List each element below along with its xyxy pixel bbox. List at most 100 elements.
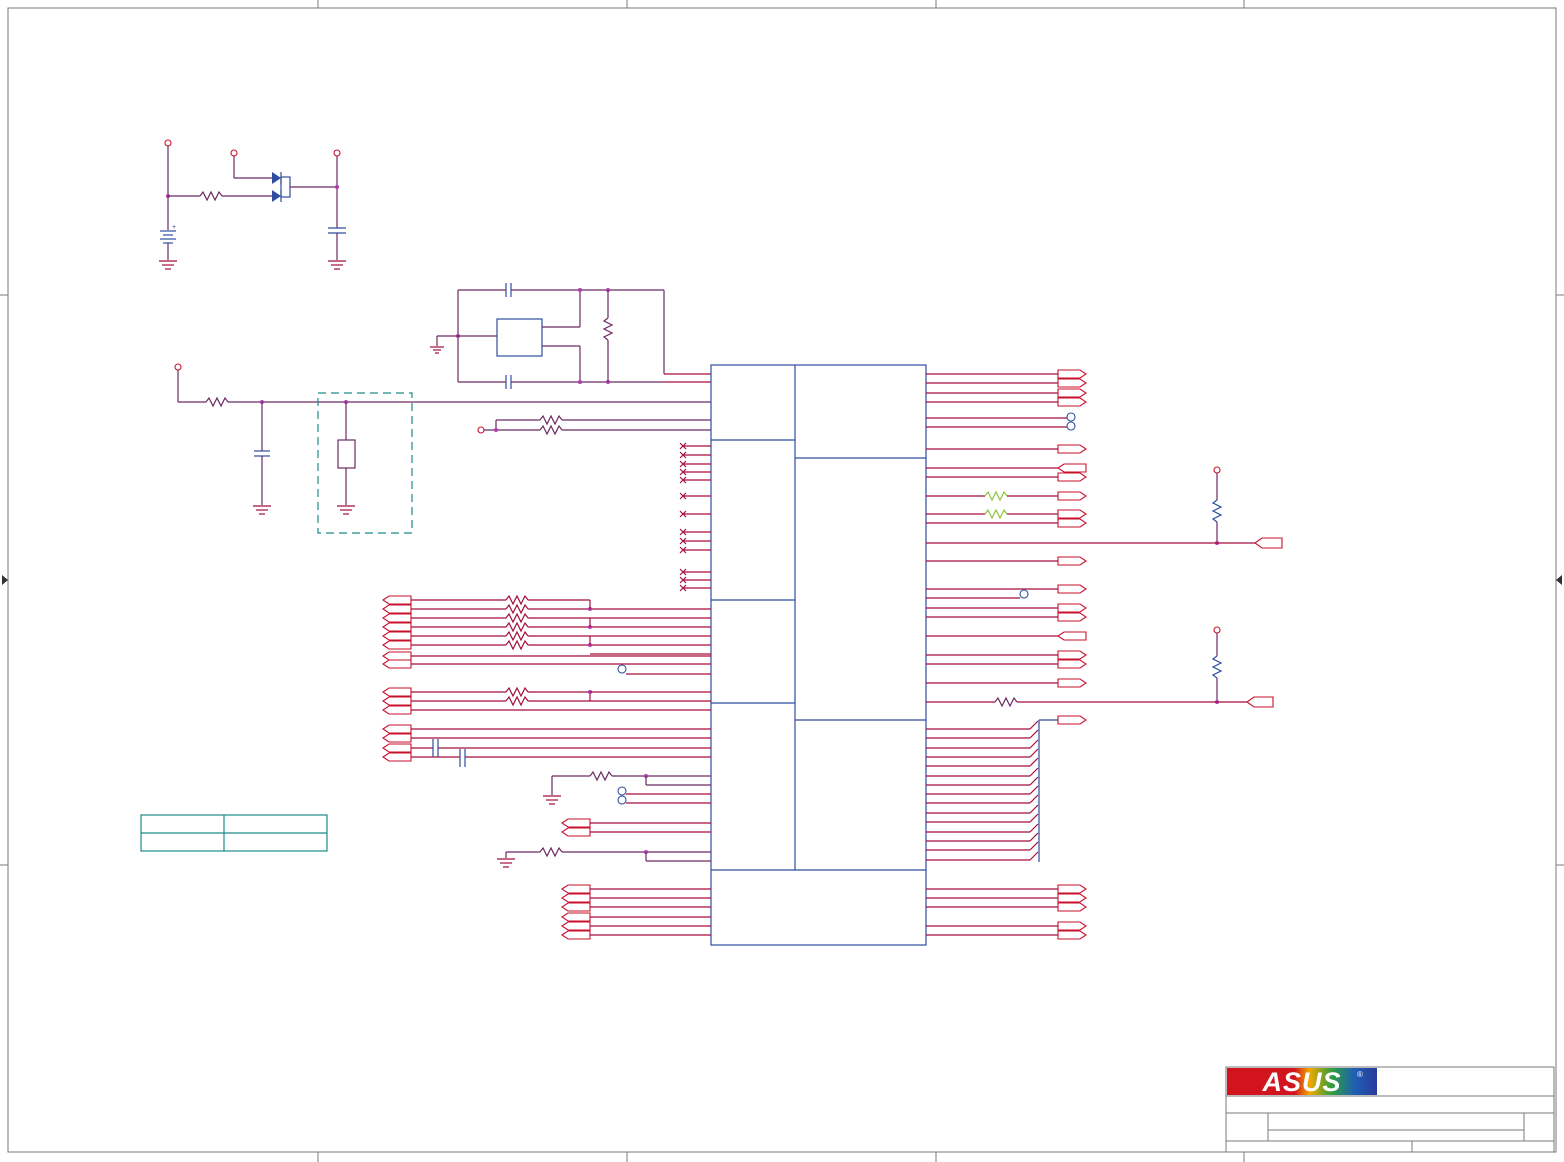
resistor-icon [539, 846, 563, 858]
keepout-region-box [317, 392, 413, 534]
resistor-icon [205, 396, 229, 408]
connector-port-icon [1057, 715, 1087, 725]
connector-port-icon [1057, 491, 1087, 501]
connector-port-icon [1057, 378, 1087, 388]
ground-icon [497, 858, 515, 868]
resistor-icon [505, 630, 529, 642]
connector-port-icon [1057, 921, 1087, 931]
resistor-icon [1211, 655, 1223, 679]
connector-port-icon [1057, 603, 1087, 613]
connector-port-icon [561, 930, 591, 940]
resistor-icon [505, 639, 529, 651]
right-center-arrow-icon [1556, 575, 1562, 585]
ground-icon [253, 505, 271, 515]
resistor-icon [602, 317, 614, 341]
connector-port-icon [1057, 678, 1087, 688]
connector-port-icon [382, 595, 412, 605]
connector-port-icon [1057, 472, 1087, 482]
connector-port-icon [1057, 518, 1087, 528]
jumper-icon [337, 439, 356, 469]
connector-port-icon [561, 902, 591, 912]
test-point-icon [617, 664, 627, 674]
resistor-icon [984, 508, 1008, 520]
test-point-icon [617, 795, 627, 805]
ground-icon [328, 260, 346, 270]
connector-port-icon [382, 733, 412, 743]
test-point-icon [617, 786, 627, 796]
rtc-reset-circuit [174, 363, 711, 534]
crystal-circuit [430, 283, 711, 389]
resistor-icon [984, 490, 1008, 502]
crystal-icon [496, 318, 543, 357]
connector-port-icon [1057, 650, 1087, 660]
resistor-icon [589, 770, 613, 782]
resistor-icon [199, 190, 223, 202]
capacitor-icon [328, 227, 346, 234]
resistor-icon [505, 695, 529, 707]
svg-text:+: + [172, 224, 176, 231]
left-center-arrow-icon [2, 575, 8, 585]
main-chip [710, 364, 927, 946]
legend-table [140, 814, 328, 852]
connector-port-icon [561, 893, 591, 903]
connector-port-icon [382, 696, 412, 706]
right-signal-group [926, 369, 1087, 940]
connector-port-icon [1057, 584, 1087, 594]
resistor-icon [505, 594, 529, 606]
connector-port-icon [561, 884, 591, 894]
connector-port-icon [382, 705, 412, 715]
connector-port-icon [1057, 388, 1087, 398]
connector-port-icon [1057, 463, 1087, 473]
logo-text: ASUS [1261, 1067, 1341, 1097]
connector-port-icon [561, 818, 591, 828]
connector-port-icon [561, 912, 591, 922]
left-lower-components [432, 664, 711, 868]
connector-port-icon [382, 659, 412, 669]
connector-port-icon [1254, 537, 1283, 549]
connector-port-icon [1057, 930, 1087, 940]
schematic-sheet: + ASUS ® [0, 0, 1564, 1162]
ground-icon [337, 505, 355, 515]
connector-port-icon [382, 604, 412, 614]
resistor-icon [505, 603, 529, 615]
connector-port-icon [382, 724, 412, 734]
connector-port-icon [382, 640, 412, 650]
connector-port-icon [1057, 369, 1087, 379]
nc-pins [679, 442, 711, 592]
connector-port-icon [1057, 556, 1087, 566]
diode-icon [272, 172, 291, 202]
test-point-icon [1019, 589, 1029, 599]
rtc-battery-circuit: + [159, 139, 346, 270]
connector-port-icon [1057, 631, 1087, 641]
ground-icon [543, 795, 561, 805]
right-pullups [926, 466, 1283, 708]
connector-port-icon [1057, 884, 1087, 894]
connector-port-icon [1057, 659, 1087, 669]
connector-port-icon [1057, 893, 1087, 903]
test-point-icon [1066, 412, 1076, 422]
test-point-icon [1066, 421, 1076, 431]
resistor-icon [994, 696, 1018, 708]
connector-port-icon [1057, 509, 1087, 519]
ground-icon [159, 260, 177, 270]
left-signal-group [382, 594, 711, 940]
connector-port-icon [382, 631, 412, 641]
connector-port-icon [1057, 612, 1087, 622]
title-block: ASUS ® [1225, 1066, 1555, 1153]
resistor-icon [539, 414, 566, 426]
connector-port-icon [1057, 397, 1087, 407]
sheet-frame [0, 0, 1564, 1162]
asus-logo: ASUS ® [1227, 1067, 1377, 1097]
connector-port-icon [1246, 696, 1274, 708]
connector-port-icon [382, 622, 412, 632]
registered-mark: ® [1357, 1070, 1363, 1079]
resistor-icon [505, 686, 529, 698]
connector-port-icon [382, 743, 412, 753]
resistor-icon [539, 424, 566, 436]
resistor-icon [505, 621, 529, 633]
resistor-icon [1211, 499, 1223, 523]
ground-icon [430, 346, 444, 354]
connector-port-icon [561, 827, 591, 837]
connector-port-icon [382, 613, 412, 623]
connector-port-icon [382, 752, 412, 762]
